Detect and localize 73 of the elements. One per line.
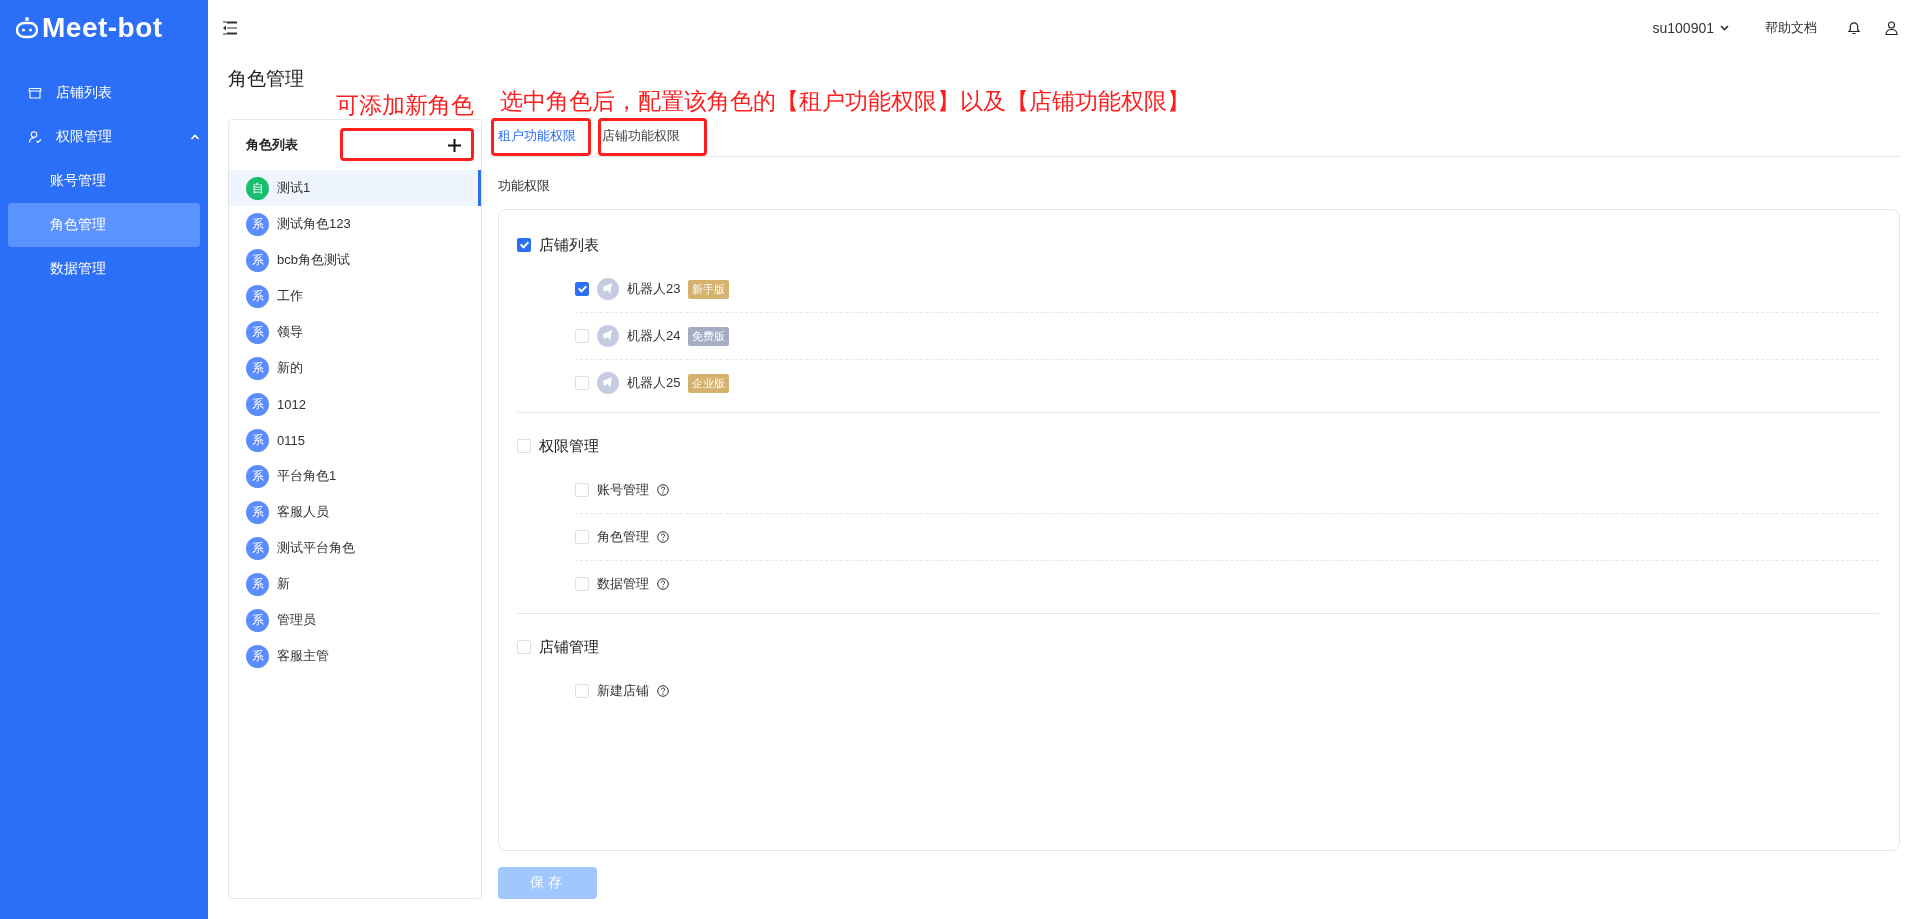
role-badge: 系 [246,608,269,632]
role-badge: 系 [246,536,269,560]
annotation-text: 可添加新角色 [336,91,474,120]
role-item[interactable]: 系 客服主管 [229,638,481,674]
user-icon [28,130,42,144]
role-badge: 系 [246,428,269,452]
chevron-down-icon[interactable] [1720,24,1729,31]
help-docs-link[interactable]: 帮助文档 [1765,18,1817,37]
annotation-text: 选中角色后，配置该角色的【租户功能权限】以及【店铺功能权限】 [500,87,1190,116]
role-item[interactable]: 系 测试平台角色 [229,530,481,566]
bell-icon[interactable] [1847,20,1861,35]
sidebar-group[interactable]: 权限管理 [8,115,200,159]
tab[interactable]: 店铺功能权限 [602,119,680,156]
tab[interactable]: 租户功能权限 [498,119,576,156]
robot-name: 机器人23 [627,280,681,298]
permission-group-label: 店铺管理 [539,637,599,657]
role-list-title: 角色列表 [246,136,299,154]
sidebar-item[interactable]: 数据管理 [8,247,200,291]
checkbox[interactable] [517,238,531,252]
edition-tag: 免费版 [688,326,730,346]
chevron-icon [190,133,200,141]
role-badge: 系 [246,644,269,668]
role-badge: 系 [246,464,269,488]
role-item[interactable]: 系 bcb角色测试 [229,242,481,278]
robot-logo-icon [16,15,38,40]
sidebar-item[interactable]: 店铺列表 [8,71,200,115]
help-icon[interactable] [657,578,669,590]
permission-label: 账号管理 [597,481,649,499]
role-badge: 系 [246,320,269,344]
role-badge: 自 [246,176,269,200]
user-icon[interactable] [1885,20,1898,35]
permission-label: 数据管理 [597,575,649,593]
page-title: 角色管理 [228,67,305,91]
role-item[interactable]: 系 客服人员 [229,494,481,530]
robot-avatar-icon [597,325,619,347]
logo-text: Meet-bot [42,11,163,44]
permission-label: 新建店铺 [597,682,649,700]
username[interactable]: su100901 [1652,19,1714,36]
role-item[interactable]: 系 1012 [229,386,481,422]
permission-group-label: 店铺列表 [539,235,599,255]
role-item[interactable]: 系 新 [229,566,481,602]
robot-name: 机器人25 [627,374,681,392]
help-icon[interactable] [657,531,669,543]
role-item[interactable]: 系 管理员 [229,602,481,638]
robot-name: 机器人24 [627,327,681,345]
role-item[interactable]: 系 新的 [229,350,481,386]
help-icon[interactable] [657,685,669,697]
section-label: 功能权限 [497,177,551,195]
role-item[interactable]: 系 0115 [229,422,481,458]
role-item[interactable]: 系 工作 [229,278,481,314]
role-item[interactable]: 自 测试1 [229,170,481,206]
menu-collapse-icon[interactable] [222,20,238,35]
role-item[interactable]: 系 平台角色1 [229,458,481,494]
role-badge: 系 [246,572,269,596]
help-icon[interactable] [657,484,669,496]
edition-tag: 新手版 [688,279,730,299]
permission-group-label: 权限管理 [539,436,599,456]
store-icon [28,86,42,100]
role-badge: 系 [246,284,269,308]
permission-label: 角色管理 [597,528,649,546]
role-badge: 系 [246,212,269,236]
role-badge: 系 [246,356,269,380]
role-badge: 系 [246,500,269,524]
checkbox[interactable] [575,282,589,296]
robot-avatar-icon [597,372,619,394]
role-badge: 系 [246,248,269,272]
role-badge: 系 [246,392,269,416]
add-icon[interactable] [448,138,461,152]
role-item[interactable]: 系 领导 [229,314,481,350]
edition-tag: 企业版 [688,373,730,393]
robot-avatar-icon [597,278,619,300]
sidebar-item[interactable]: 账号管理 [8,159,200,203]
role-item[interactable]: 系 测试角色123 [229,206,481,242]
